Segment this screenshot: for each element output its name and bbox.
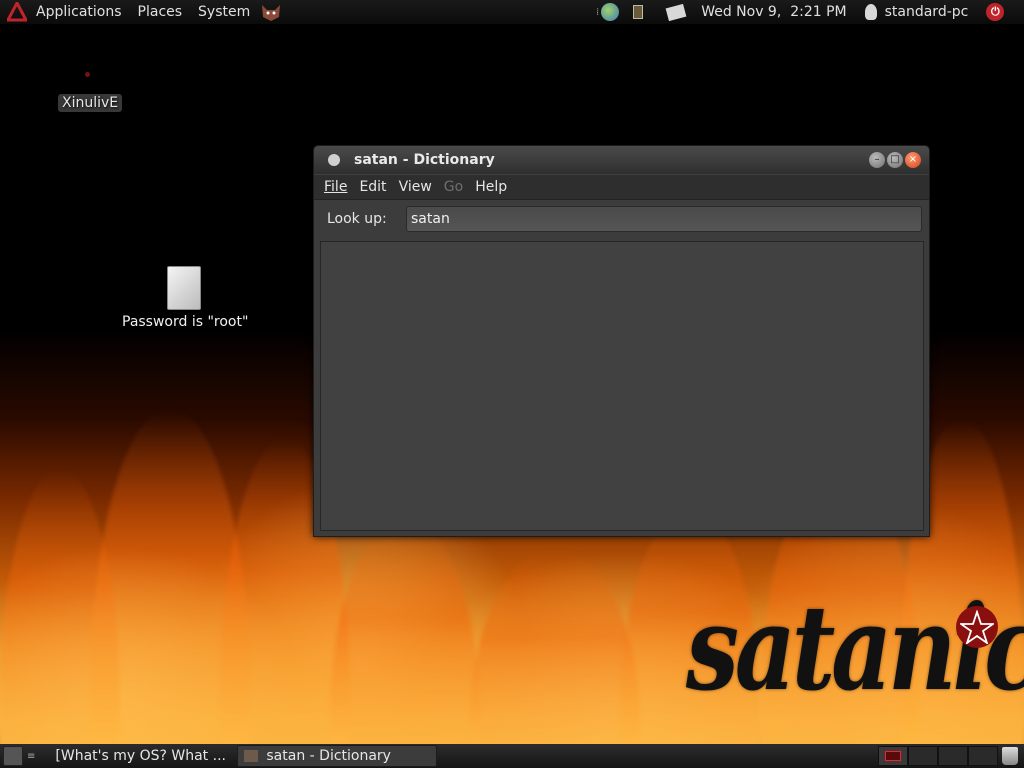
trash-icon[interactable]: [1002, 747, 1018, 765]
window-title: satan - Dictionary: [354, 152, 495, 168]
system-menu[interactable]: System: [190, 0, 258, 24]
maximize-button[interactable]: □: [887, 152, 903, 168]
cat-launcher-icon[interactable]: [260, 1, 282, 23]
lightbulb-icon: [864, 4, 877, 20]
definition-pane[interactable]: [320, 241, 924, 531]
places-menu[interactable]: Places: [130, 0, 191, 24]
taskbar-item-label: [What's my OS? What ...: [55, 748, 226, 764]
lookup-label: Look up:: [327, 211, 387, 227]
taskbar-item-label: satan - Dictionary: [266, 748, 391, 764]
mail-envelope-icon[interactable]: [665, 3, 687, 21]
dictionary-window: satan - Dictionary – □ × File Edit View …: [313, 145, 930, 537]
red-dot-icon: [85, 72, 90, 77]
workspace-4[interactable]: [968, 746, 998, 766]
top-panel: Applications Places System ⁞ Wed Nov 9, …: [0, 0, 1024, 24]
applications-menu[interactable]: Applications: [28, 0, 130, 24]
menu-edit[interactable]: Edit: [353, 179, 392, 195]
desktop-icon-label: Password is "root": [122, 314, 249, 330]
desktop-icon-label: XinulivE: [58, 94, 123, 112]
tray-grip-icon: ⁞: [596, 6, 600, 18]
workspace-switcher[interactable]: [878, 746, 998, 766]
bottom-panel: ≡ [What's my OS? What ... satan - Dictio…: [0, 744, 1024, 768]
text-file-icon: [167, 266, 201, 310]
username[interactable]: standard-pc: [885, 4, 969, 20]
lookup-row: Look up:: [314, 200, 929, 238]
system-tray: ⁞ Wed Nov 9, 2:21 PM standard-pc ⏻: [596, 0, 1005, 24]
window-menubar: File Edit View Go Help: [314, 174, 929, 200]
workspace-2[interactable]: [908, 746, 938, 766]
workspace-3[interactable]: [938, 746, 968, 766]
clock[interactable]: Wed Nov 9, 2:21 PM: [701, 4, 846, 20]
panel-handle-icon: ≡: [27, 750, 36, 762]
battery-icon[interactable]: [633, 5, 644, 19]
flame-decoration: [330, 518, 480, 768]
window-titlebar[interactable]: satan - Dictionary – □ ×: [314, 146, 929, 174]
dictionary-icon: [244, 750, 259, 762]
minimize-button[interactable]: –: [869, 152, 885, 168]
menu-help[interactable]: Help: [469, 179, 513, 195]
workspace-1[interactable]: [878, 746, 908, 766]
distro-logo-icon[interactable]: [6, 1, 28, 23]
close-button[interactable]: ×: [905, 152, 921, 168]
taskbar-item-dictionary[interactable]: satan - Dictionary: [237, 745, 438, 767]
taskbar-item-browser[interactable]: [What's my OS? What ...: [41, 745, 231, 767]
menu-go[interactable]: Go: [438, 179, 469, 195]
network-globe-icon[interactable]: [601, 3, 620, 21]
window-app-icon[interactable]: [328, 154, 340, 166]
power-icon[interactable]: ⏻: [986, 3, 1005, 21]
lookup-input[interactable]: [406, 206, 922, 232]
menu-view[interactable]: View: [393, 179, 438, 195]
flame-decoration: [470, 548, 640, 768]
pentagram-logo-icon: [956, 606, 998, 648]
show-desktop-icon[interactable]: [3, 746, 23, 766]
menu-file[interactable]: File: [318, 179, 353, 195]
satanic-logo-text: satanic: [686, 580, 1024, 718]
